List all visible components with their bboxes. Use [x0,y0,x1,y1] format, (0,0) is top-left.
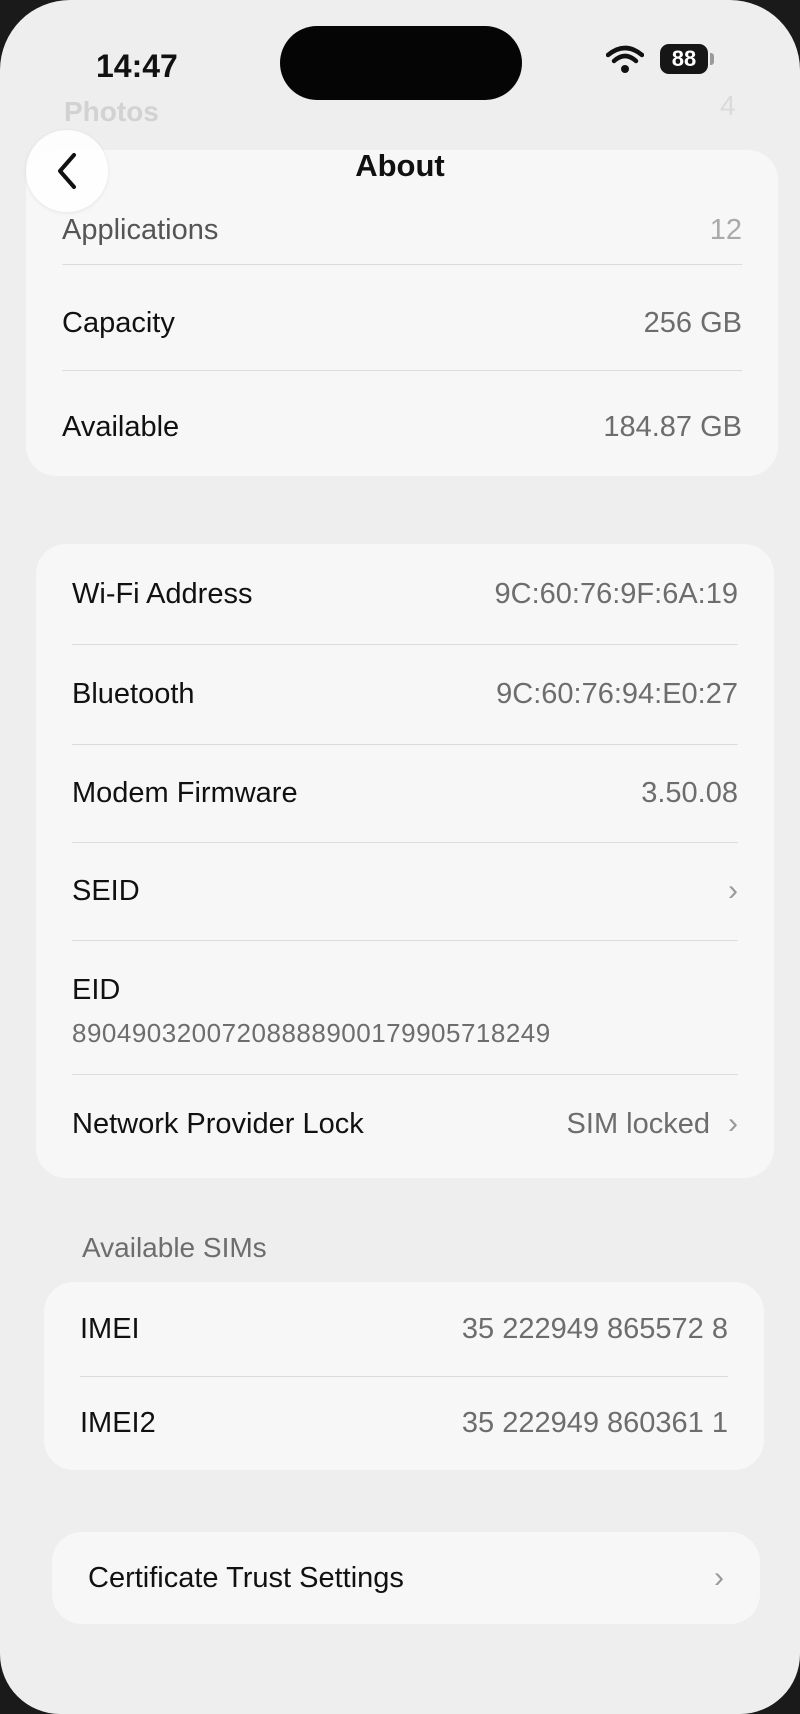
bluetooth-label: Bluetooth [72,677,195,710]
imei2-label: IMEI2 [80,1406,156,1439]
bluetooth-value: 9C:60:76:94:E0:27 [496,677,738,710]
network-provider-lock-status: SIM locked [566,1107,710,1140]
certificate-group: Certificate Trust Settings › [52,1532,760,1624]
imei-row: IMEI 35 222949 865572 8 [44,1282,764,1376]
status-time: 14:47 [96,48,178,84]
storage-group: Applications 12 Capacity 256 GB Availabl… [26,150,778,476]
imei-label: IMEI [80,1312,140,1345]
seid-label: SEID [72,874,140,907]
capacity-value: 256 GB [643,306,742,339]
chevron-right-icon: › [714,1561,724,1594]
chevron-right-icon: › [728,874,738,907]
available-label: Available [62,410,180,443]
capacity-label: Capacity [62,306,175,339]
separator [62,264,742,265]
modem-firmware-value: 3.50.08 [641,776,738,809]
seid-value: › [710,874,774,908]
eid-value: 89049032007208888900179905718249 [72,1018,551,1048]
battery-cap [710,53,714,65]
network-provider-lock-label: Network Provider Lock [72,1107,364,1140]
available-row: Available 184.87 GB [26,380,778,474]
modem-firmware-row: Modem Firmware 3.50.08 [36,744,774,842]
certificate-trust-settings-label: Certificate Trust Settings [88,1561,404,1594]
ghost-row-value: 4 [720,90,736,121]
network-provider-lock-value: SIM locked › [567,1107,774,1141]
certificate-trust-settings-value: › [696,1561,760,1595]
eid-row: EID 89049032007208888900179905718249 [36,940,774,1074]
available-value: 184.87 GB [603,410,742,443]
chevron-right-icon: › [728,1107,738,1140]
applications-value: 12 [709,213,742,246]
applications-row: Applications 12 [26,190,778,270]
wifi-icon [606,45,644,73]
page-title: About [355,148,445,183]
separator [62,370,742,371]
imei2-row: IMEI2 35 222949 860361 1 [44,1376,764,1470]
capacity-row: Capacity 256 GB [26,276,778,370]
wifi-address-value: 9C:60:76:9F:6A:19 [494,577,738,610]
seid-row[interactable]: SEID › [36,842,774,940]
modem-firmware-label: Modem Firmware [72,776,298,809]
imei2-value: 35 222949 860361 1 [461,1406,728,1439]
screen: 14:47 88 Photos 4 Applications 12 Capaci… [0,0,800,1714]
phone-frame: 14:47 88 Photos 4 Applications 12 Capaci… [0,0,800,1714]
hardware-group: Wi-Fi Address 9C:60:76:9F:6A:19 Bluetoot… [36,544,774,1178]
eid-label: EID [72,974,121,1006]
battery-icon: 88 [660,44,708,74]
bluetooth-row: Bluetooth 9C:60:76:94:E0:27 [36,644,774,744]
applications-label: Applications [62,213,219,246]
network-provider-lock-row[interactable]: Network Provider Lock SIM locked › [36,1074,774,1174]
section-header-available-sims: Available SIMs [82,1232,267,1263]
wifi-address-label: Wi-Fi Address [72,577,253,610]
wifi-address-row: Wi-Fi Address 9C:60:76:9F:6A:19 [36,544,774,644]
imei-value: 35 222949 865572 8 [461,1312,728,1345]
certificate-trust-settings-row[interactable]: Certificate Trust Settings › [52,1532,760,1624]
ghost-row-label: Photos [64,96,159,127]
sims-group: IMEI 35 222949 865572 8 IMEI2 35 222949 … [44,1282,764,1470]
dynamic-island [280,26,522,100]
battery-level: 88 [671,46,697,71]
